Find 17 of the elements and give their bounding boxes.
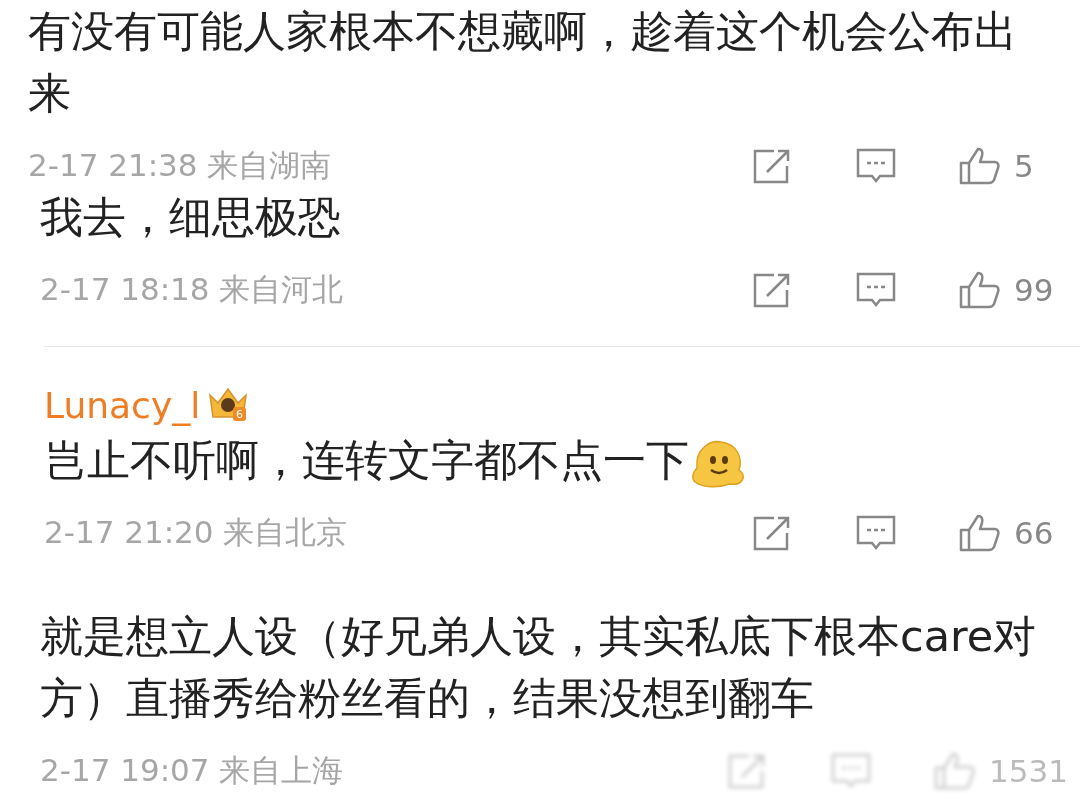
comment-text: 有没有可能人家根本不想藏啊，趁着这个机会公布出来 bbox=[28, 5, 1018, 120]
comment-text: 我去，细思极恐 bbox=[40, 191, 342, 244]
thumbs-up-icon[interactable] bbox=[958, 270, 1002, 310]
comment-meta: 2-17 21:20 来自北京 bbox=[44, 513, 349, 552]
like-count: 1531 bbox=[989, 753, 1068, 789]
like-count: 66 bbox=[1014, 515, 1055, 551]
comment-meta: 2-17 18:18 来自河北 bbox=[40, 270, 345, 309]
thumbs-up-icon[interactable] bbox=[933, 751, 978, 791]
username[interactable]: Lunacy_l bbox=[44, 384, 201, 426]
comment-meta: 2-17 21:38 来自湖南 bbox=[28, 146, 333, 185]
like-count: 5 bbox=[1014, 148, 1035, 184]
thumbs-up-icon[interactable] bbox=[958, 513, 1002, 553]
thumbs-up-icon[interactable] bbox=[958, 146, 1002, 186]
comment-text: 就是想立人设（好兄弟人设，其实私底下根本care对方）直播秀给粉丝看的，结果没想到翻车 bbox=[40, 610, 1038, 725]
comment-text: 岂止不听啊，连转文字都不点一下 bbox=[44, 429, 1058, 491]
like-count: 99 bbox=[1014, 272, 1055, 308]
comment-meta: 2-17 19:07 来自上海 bbox=[40, 751, 345, 790]
